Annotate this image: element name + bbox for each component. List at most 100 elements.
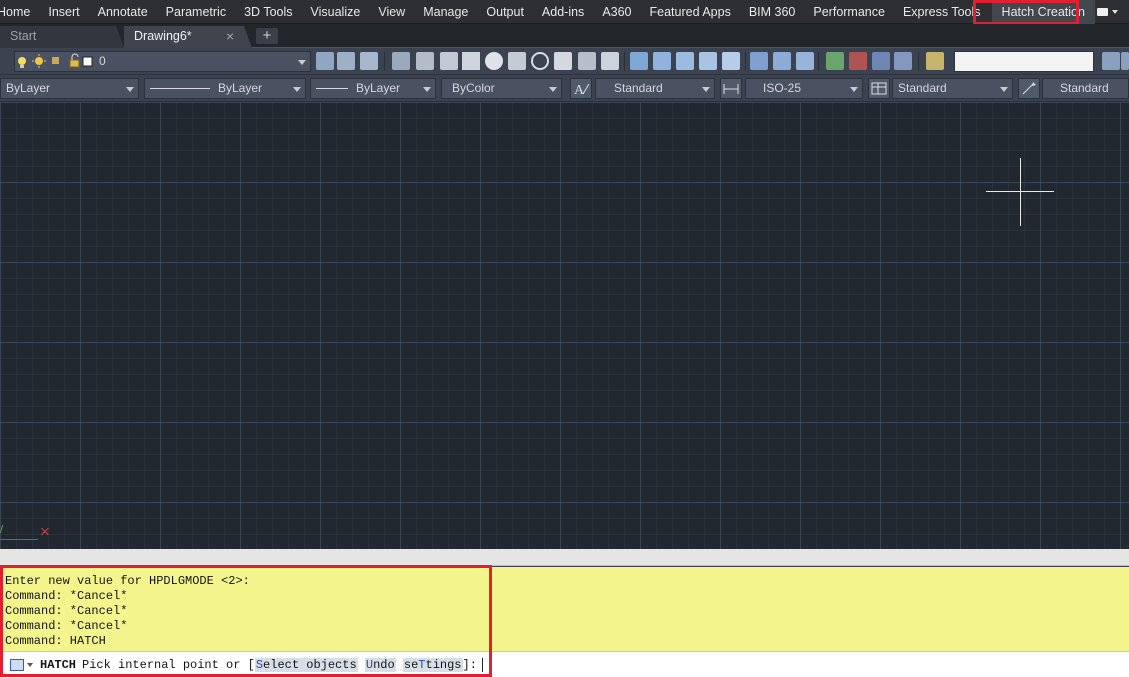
tab-start[interactable]: Start	[0, 26, 124, 48]
torus-icon[interactable]	[531, 52, 549, 70]
ucs-x-mark-icon: ×	[40, 522, 50, 541]
lineweight-value: ByLayer	[356, 81, 401, 95]
chevron-down-icon	[1111, 10, 1118, 14]
more-tools-icon[interactable]	[1121, 52, 1129, 70]
tab-parametric[interactable]: Parametric	[157, 0, 235, 24]
subtract-icon[interactable]	[773, 52, 791, 70]
mleader-style-dropdown[interactable]: Standard	[1042, 78, 1129, 99]
cylinder-icon[interactable]	[508, 52, 526, 70]
tab-bim-360[interactable]: BIM 360	[740, 0, 805, 24]
layer-previous-icon[interactable]	[360, 52, 378, 70]
option-settings[interactable]: seTtings	[402, 657, 463, 672]
3d-move-icon[interactable]	[826, 52, 844, 70]
chevron-down-icon	[549, 87, 557, 92]
mleader-style-value: Standard	[1060, 81, 1109, 95]
union-icon[interactable]	[750, 52, 768, 70]
3d-align-icon[interactable]	[872, 52, 890, 70]
new-tab-button[interactable]: +	[256, 28, 278, 44]
text-cursor	[481, 657, 483, 672]
command-prompt: Pick internal point or [Select objects U…	[82, 657, 477, 672]
chevron-down-icon	[423, 87, 431, 92]
tab-start-label: Start	[10, 29, 37, 43]
tab-hatch-creation[interactable]: Hatch Creation	[991, 0, 1095, 24]
linetype-dropdown[interactable]: ByLayer	[144, 78, 306, 99]
tab-home[interactable]: Home	[0, 0, 39, 24]
tab-drawing-label: Drawing6*	[134, 29, 192, 43]
table-style-icon	[871, 82, 887, 95]
ucs-y-axis-icon: /	[0, 524, 4, 536]
lineweight-dropdown[interactable]: ByLayer	[310, 78, 436, 99]
sweep-icon[interactable]	[653, 52, 671, 70]
presspull-icon[interactable]	[630, 52, 648, 70]
edit-icon[interactable]	[926, 52, 944, 70]
text-style-icon: A	[574, 83, 590, 98]
dim-style-value: ISO-25	[763, 81, 802, 95]
tab-output[interactable]: Output	[477, 0, 533, 24]
chevron-down-icon[interactable]	[27, 662, 33, 667]
tab-insert[interactable]: Insert	[39, 0, 88, 24]
loft-icon[interactable]	[699, 52, 717, 70]
intersect-icon[interactable]	[796, 52, 814, 70]
command-customize-icon[interactable]	[10, 658, 24, 671]
color-value: ByLayer	[6, 81, 51, 95]
polysolid-icon[interactable]	[554, 52, 572, 70]
extrude-icon[interactable]	[601, 52, 619, 70]
layer-dropdown[interactable]: 0	[14, 51, 311, 72]
cone-icon[interactable]	[462, 52, 480, 70]
3d-array-icon[interactable]	[894, 52, 912, 70]
history-line: Command: *Cancel*	[5, 604, 128, 618]
tab-3d-tools[interactable]: 3D Tools	[235, 0, 301, 24]
chevron-down-icon	[298, 60, 306, 65]
layer-state-icons	[18, 53, 93, 68]
tab-view[interactable]: View	[369, 0, 414, 24]
tab-visualize[interactable]: Visualize	[302, 0, 370, 24]
ribbon-panel-icon	[1096, 8, 1108, 16]
revolve-icon[interactable]	[676, 52, 694, 70]
close-icon[interactable]: ×	[226, 26, 234, 46]
drawing-canvas[interactable]	[0, 102, 1129, 549]
text-style-button[interactable]: A	[570, 78, 592, 99]
toolbar-separator	[624, 52, 625, 71]
toolbar-separator	[818, 52, 819, 71]
wedge-icon[interactable]	[416, 52, 434, 70]
table-style-button[interactable]	[868, 78, 890, 99]
ucs-x-axis-icon	[0, 539, 38, 540]
tab-performance[interactable]: Performance	[804, 0, 894, 24]
pyramid-icon[interactable]	[440, 52, 458, 70]
properties-toolbar: ByLayer ByLayer ByLayer ByColor A Standa…	[0, 75, 1129, 102]
plotstyle-dropdown[interactable]: ByColor	[441, 78, 562, 99]
tab-annotate[interactable]: Annotate	[89, 0, 157, 24]
text-style-value: Standard	[614, 81, 663, 95]
tab-add-ins[interactable]: Add-ins	[533, 0, 593, 24]
sphere-icon[interactable]	[485, 52, 503, 70]
make-current-icon[interactable]	[337, 52, 355, 70]
option-select-objects[interactable]: Select objects	[254, 657, 358, 672]
toolbar-search-input[interactable]	[954, 51, 1094, 72]
color-dropdown[interactable]: ByLayer	[0, 78, 139, 99]
tab-drawing6[interactable]: Drawing6* ×	[124, 26, 252, 48]
dimension-style-icon	[723, 84, 739, 94]
option-undo[interactable]: Undo	[364, 657, 396, 672]
dim-style-button[interactable]	[720, 78, 742, 99]
tab-a360[interactable]: A360	[593, 0, 640, 24]
active-command-name: HATCH	[40, 657, 77, 672]
tab-featured-apps[interactable]: Featured Apps	[641, 0, 740, 24]
box-solid-icon[interactable]	[392, 52, 410, 70]
command-line[interactable]: HATCH Pick internal point or [Select obj…	[0, 651, 1129, 677]
mleader-style-button[interactable]	[1018, 78, 1040, 99]
command-window-splitter[interactable]	[0, 549, 1129, 566]
toolbar-separator	[745, 52, 746, 71]
view-icon[interactable]	[1102, 52, 1120, 70]
tab-express-tools[interactable]: Express Tools	[894, 0, 990, 24]
ribbon-minimize-button[interactable]	[1093, 4, 1121, 20]
ribbon-tab-bar: Home Insert Annotate Parametric 3D Tools…	[0, 0, 1129, 24]
table-style-dropdown[interactable]: Standard	[892, 78, 1013, 99]
3d-rotate-icon[interactable]	[849, 52, 867, 70]
helix-icon[interactable]	[722, 52, 740, 70]
dim-style-dropdown[interactable]: ISO-25	[745, 78, 863, 99]
planar-surface-icon[interactable]	[578, 52, 596, 70]
text-style-dropdown[interactable]: Standard	[595, 78, 715, 99]
multileader-style-icon	[1022, 82, 1036, 95]
layer-properties-icon[interactable]	[316, 52, 334, 70]
tab-manage[interactable]: Manage	[414, 0, 477, 24]
